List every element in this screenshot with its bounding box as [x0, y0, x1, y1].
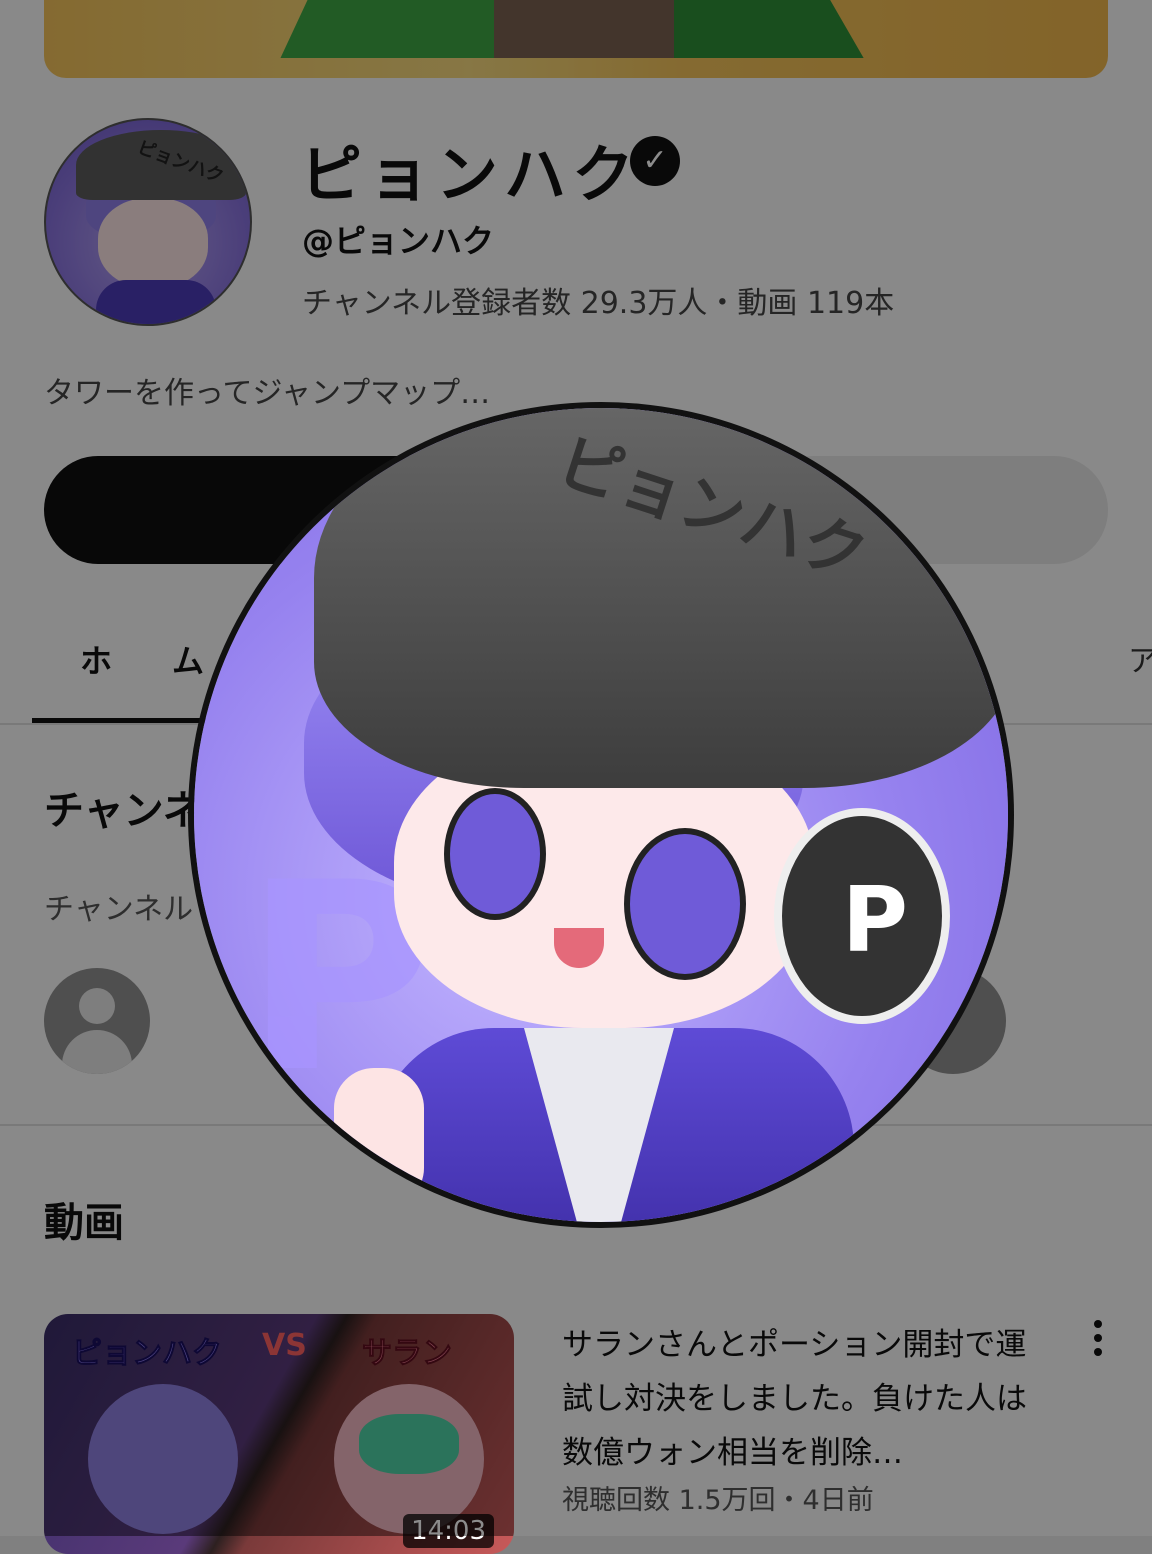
- expanded-avatar: P ピョンハク P: [194, 408, 1008, 1222]
